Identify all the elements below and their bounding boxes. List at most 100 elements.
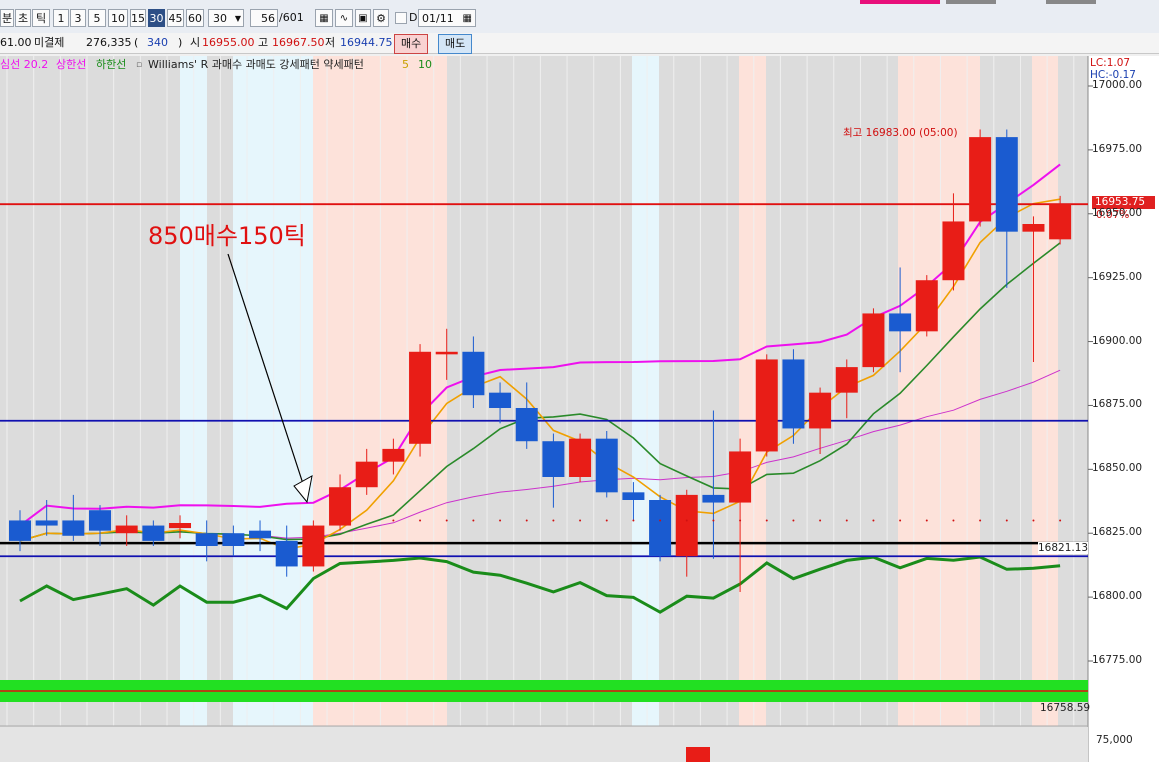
candle-body-19	[515, 408, 538, 442]
candle-body-38	[1022, 224, 1045, 232]
line-tool-icon[interactable]: ∿	[335, 9, 353, 27]
candle-body-6	[169, 523, 192, 529]
quote-bar: 61.00 미결제 276,335 ( 340 ) 시 16955.00 고 1…	[0, 33, 1159, 54]
count-select[interactable]: 30 ▼	[208, 9, 244, 27]
signal-dot-24	[659, 519, 662, 522]
signal-dot-29	[792, 519, 795, 522]
legend-10: 10	[418, 58, 432, 71]
period-button-0[interactable]: 분	[0, 9, 14, 27]
y-tick-label-0: 17000.00	[1092, 79, 1143, 91]
period-button-10[interactable]: 60	[186, 9, 204, 27]
open-interest-label: 미결제	[34, 36, 65, 49]
legend-williams: Williams' R 과매수 과매도 강세패턴 약세패턴	[148, 58, 364, 71]
candle-body-9	[249, 530, 272, 539]
signal-dot-37	[1005, 519, 1008, 522]
period-button-5[interactable]: 5	[88, 9, 106, 27]
gear-icon[interactable]: ⚙	[373, 9, 389, 27]
candle-body-21	[569, 438, 592, 477]
candle-body-15	[409, 351, 432, 444]
signal-dot-27	[739, 519, 742, 522]
lc-readout: LC:1.07	[1090, 57, 1131, 69]
tool-icon[interactable]: ▦	[315, 9, 333, 27]
candle-body-18	[489, 392, 512, 408]
sell-button[interactable]: 매도	[438, 34, 473, 54]
volume-bar	[686, 747, 710, 762]
candle-body-31	[835, 367, 858, 393]
open-interest-value: 276,335	[86, 36, 132, 49]
period-button-1[interactable]: 초	[15, 9, 31, 27]
session-band-5	[898, 56, 980, 726]
signal-dot-38	[1032, 519, 1035, 522]
prev-value: 61.00	[0, 36, 32, 49]
buy-button[interactable]: 매수	[394, 34, 429, 54]
gray-tab[interactable]	[946, 0, 996, 4]
signal-dot-20	[552, 519, 555, 522]
candle-body-7	[195, 533, 218, 546]
signal-dot-33	[899, 519, 902, 522]
period-button-2[interactable]: 틱	[32, 9, 50, 27]
legend-upper: 상한선	[56, 58, 87, 71]
candle-body-0	[9, 520, 31, 541]
signal-dot-34	[925, 519, 928, 522]
high-label: 고	[258, 36, 269, 49]
signal-dot-16	[445, 519, 448, 522]
signal-dot-17	[472, 519, 475, 522]
volume-panel	[0, 727, 1088, 762]
candle-body-3	[89, 510, 112, 531]
signal-dot-18	[499, 519, 502, 522]
page-input[interactable]: 56	[250, 9, 278, 27]
d-checkbox[interactable]	[395, 12, 407, 24]
candle-body-33	[889, 313, 912, 332]
page-value: 56	[261, 12, 275, 25]
candle-body-20	[542, 441, 565, 477]
period-button-4[interactable]: 3	[70, 9, 86, 27]
candle-body-8	[222, 533, 245, 546]
period-button-3[interactable]: 1	[53, 9, 69, 27]
page-total: /601	[279, 11, 304, 24]
y-tick-label-5: 16875.00	[1092, 398, 1143, 411]
candle-body-1	[35, 520, 58, 526]
period-button-8[interactable]: 30	[148, 9, 165, 27]
open-label: 시	[190, 36, 201, 49]
oi-change: 340	[147, 36, 168, 49]
candle-body-24	[649, 500, 672, 557]
candle-body-23	[622, 492, 645, 500]
hline-label-0: 16821.13	[1038, 542, 1089, 555]
chevron-down-icon: ▼	[234, 14, 241, 23]
candle-body-4	[115, 525, 138, 534]
save-icon[interactable]: ▣	[355, 9, 371, 27]
signal-dot-39	[1059, 519, 1062, 522]
candle-body-34	[915, 280, 938, 332]
legend-lower: 하한선	[96, 58, 127, 71]
candle-body-25	[675, 494, 698, 557]
price-chart[interactable]	[0, 56, 1159, 762]
session-band-3	[632, 56, 659, 726]
session-band-6	[1032, 56, 1058, 726]
candle-body-36	[969, 137, 992, 222]
y-tick-label-2: 16950.00	[1092, 206, 1143, 219]
pink-tab[interactable]	[860, 0, 940, 4]
period-button-9[interactable]: 45	[167, 9, 184, 27]
candle-body-27	[729, 451, 752, 503]
y-tick-label-4: 16900.00	[1092, 334, 1143, 347]
candle-body-2	[62, 520, 85, 536]
open-value: 16955.00	[202, 36, 255, 49]
candle-body-32	[862, 313, 885, 368]
gray-tab-2[interactable]	[1046, 0, 1096, 4]
y-tick-label-7: 16825.00	[1092, 526, 1143, 539]
period-button-7[interactable]: 15	[130, 9, 146, 27]
signal-dot-22	[605, 519, 608, 522]
signal-dot-28	[765, 519, 768, 522]
signal-dot-25	[685, 519, 688, 522]
signal-dot-35	[952, 519, 955, 522]
high-value: 16967.50	[272, 36, 325, 49]
signal-dot-23	[632, 519, 635, 522]
legend-square-icon: ▫	[136, 60, 143, 70]
period-button-6[interactable]: 10	[108, 9, 128, 27]
volume-axis-label: 75,000	[1096, 734, 1133, 746]
signal-dot-19	[525, 519, 528, 522]
date-input[interactable]: 01/11 ▦	[418, 9, 476, 27]
legend-center: 심선 20.2	[0, 58, 49, 71]
high-annotation: 최고 16983.00 (05:00)	[843, 127, 958, 139]
hline-label-1: 16758.59	[1040, 702, 1091, 714]
